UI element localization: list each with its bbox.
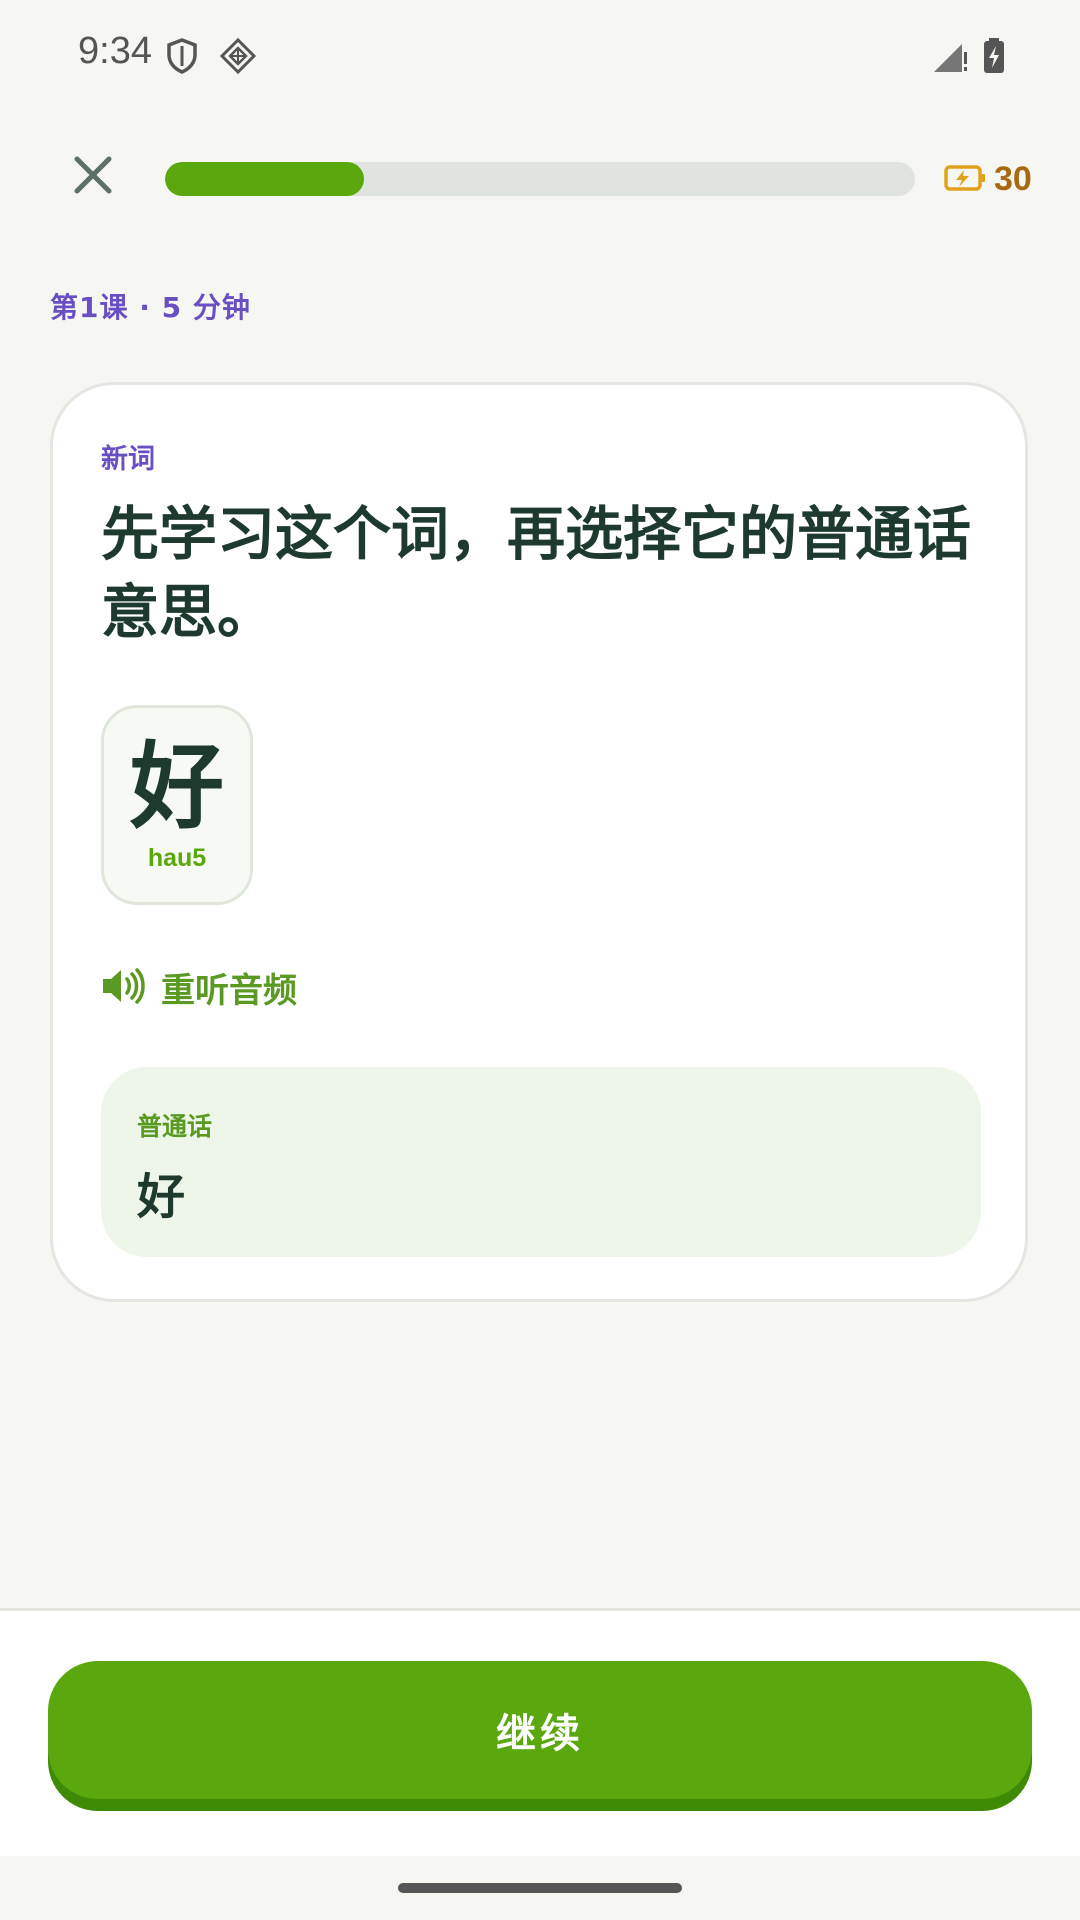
translation-box: 普通话 好 (101, 1067, 981, 1257)
close-icon (71, 153, 115, 201)
card-label: 新词 (101, 444, 155, 475)
translation-language: 普通话 (137, 1112, 213, 1141)
lesson-meta: 第1课 · 5 分钟 (50, 291, 251, 324)
status-time: 9:34 (78, 30, 152, 72)
diamond-grid-icon (218, 36, 258, 76)
bottom-panel: 继续 (0, 1608, 1080, 1856)
close-button[interactable] (66, 150, 120, 204)
speaker-icon (101, 966, 147, 1010)
translation-text: 好 (137, 1169, 186, 1225)
status-bar: 9:34 (0, 0, 1080, 110)
signal-icon (930, 36, 970, 76)
continue-label: 继续 (496, 1711, 584, 1757)
energy-counter: 30 (944, 160, 1032, 199)
lesson-progress-bar (165, 162, 915, 196)
gesture-nav-handle[interactable] (398, 1883, 682, 1893)
vocabulary-card: 新词 先学习这个词，再选择它的普通话意思。 好 hau5 重听音频 普通话 好 (50, 382, 1028, 1302)
replay-audio-label: 重听音频 (161, 971, 297, 1011)
word-romanization: hau5 (147, 844, 207, 872)
energy-icon (944, 163, 986, 197)
energy-value: 30 (994, 160, 1032, 198)
word-character: 好 (129, 733, 224, 842)
lesson-progress-fill (165, 162, 364, 196)
replay-audio-button[interactable]: 重听音频 (101, 963, 297, 1012)
shield-icon (162, 36, 202, 76)
battery-charging-icon (978, 36, 1018, 76)
card-prompt: 先学习这个词，再选择它的普通话意思。 (101, 500, 972, 646)
continue-button[interactable]: 继续 (48, 1661, 1032, 1799)
word-tile[interactable]: 好 hau5 (101, 705, 253, 905)
lesson-screen: 9:34 30 第1课 · 5 分钟 新词 先学习这个词，再选择它的普通话意思。… (0, 0, 1080, 1920)
